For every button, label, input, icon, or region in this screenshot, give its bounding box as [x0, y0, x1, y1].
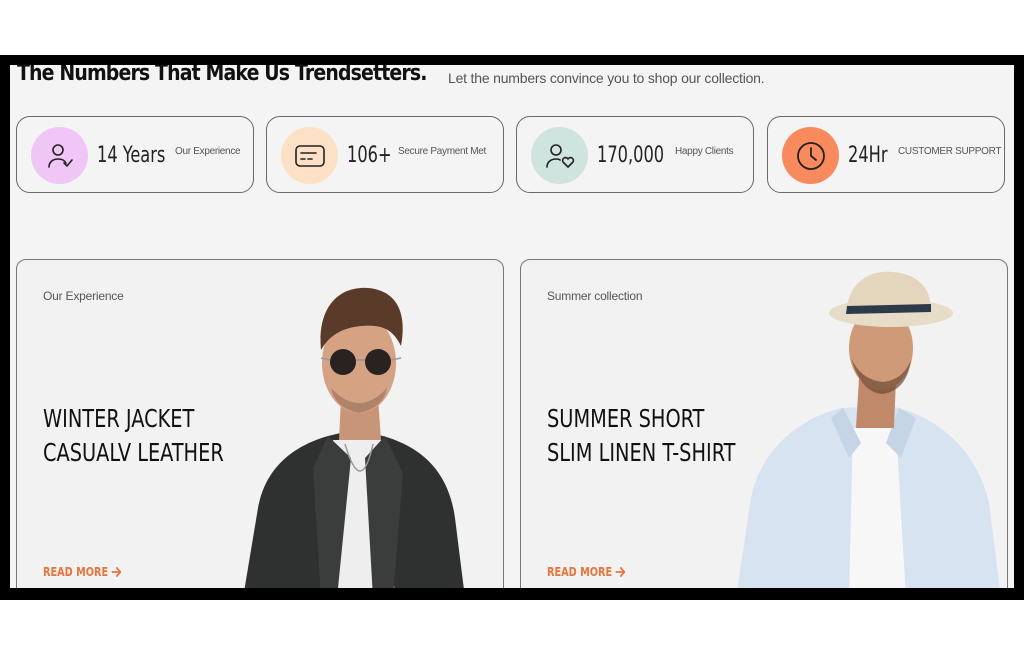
stat-label: Happy Clients: [675, 146, 734, 157]
model-photo-summer-shirt: [737, 271, 1000, 588]
screenshot-frame: The Numbers That Make Us Trendsetters. L…: [0, 55, 1024, 600]
read-more-link[interactable]: READ MORE: [547, 565, 627, 579]
stat-card-clients: 170,000 Happy Clients: [516, 116, 754, 193]
stat-value: 106+: [347, 143, 392, 168]
card-title-line: CASUALV LEATHER: [43, 438, 224, 467]
page: The Numbers That Make Us Trendsetters. L…: [10, 65, 1014, 588]
stat-card-experience: 14 Years Our Experience: [16, 116, 254, 193]
read-more-link[interactable]: READ MORE: [43, 565, 123, 579]
card-tag: Our Experience: [43, 289, 124, 303]
read-more-label[interactable]: READ MORE: [547, 565, 612, 579]
page-subtitle: Let the numbers convince you to shop our…: [448, 70, 765, 86]
product-card-summer-shirt[interactable]: Summer collection SUMMER SHORT SLIM LINE…: [520, 259, 1008, 588]
card-title: SUMMER SHORT SLIM LINEN T-SHIRT: [547, 402, 735, 470]
stat-card-payment: 106+ Secure Payment Met: [266, 116, 504, 193]
page-title: The Numbers That Make Us Trendsetters.: [17, 65, 427, 86]
card-title: WINTER JACKET CASUALV LEATHER: [43, 402, 224, 470]
stat-value: 24Hr: [848, 143, 888, 168]
read-more-label[interactable]: READ MORE: [43, 565, 108, 579]
card-title-line: SUMMER SHORT: [547, 404, 705, 433]
stat-value: 170,000: [597, 143, 665, 168]
model-photo-winter-jacket: [244, 287, 464, 588]
card-title-line: SLIM LINEN T-SHIRT: [547, 438, 736, 467]
stat-label: Secure Payment Met: [398, 146, 486, 157]
stat-card-support: 24Hr CUSTOMER SUPPORT: [767, 116, 1005, 193]
arrow-right-icon: [111, 567, 122, 577]
stat-value: 14 Years: [97, 143, 166, 168]
credit-card-icon: [281, 127, 338, 184]
stat-label: Our Experience: [175, 146, 241, 157]
stat-label: CUSTOMER SUPPORT: [898, 146, 1002, 157]
user-heart-icon: [531, 127, 588, 184]
arrow-right-icon: [615, 567, 626, 577]
card-tag: Summer collection: [547, 289, 643, 303]
user-check-icon: [31, 127, 88, 184]
product-card-winter-jacket[interactable]: Our Experience WINTER JACKET CASUALV LEA…: [16, 259, 504, 588]
card-title-line: WINTER JACKET: [43, 404, 195, 433]
clock-icon: [782, 127, 839, 184]
